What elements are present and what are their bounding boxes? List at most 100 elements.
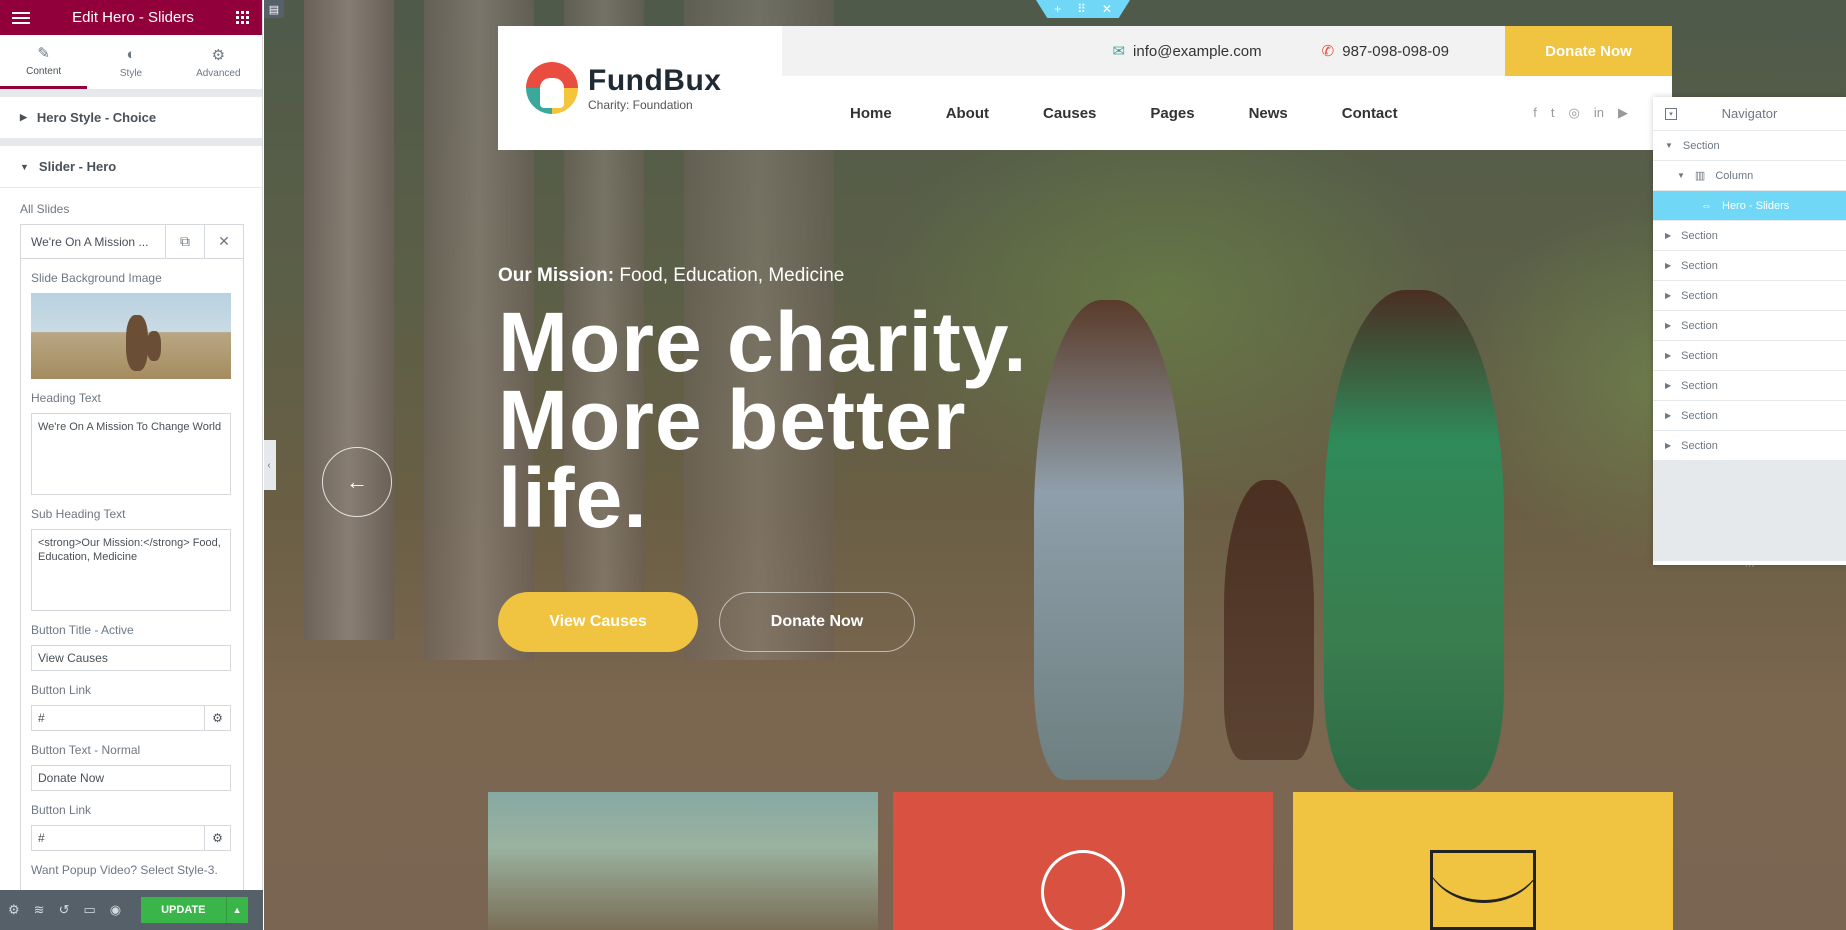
responsive-icon[interactable]: ▭ — [83, 902, 95, 918]
button-text-normal-label: Button Text - Normal — [31, 743, 141, 757]
phone-icon: ✆ — [1321, 43, 1335, 60]
navigator-item-label: Section — [1681, 439, 1718, 452]
button-link-label: Button Link — [31, 803, 92, 817]
linkedin-icon[interactable]: in — [1594, 105, 1604, 121]
hero-donate-button[interactable]: Donate Now — [719, 592, 915, 652]
button-link-label: Button Link — [31, 683, 92, 697]
phone-contact[interactable]: ✆ 987-098-098-09 — [1321, 42, 1449, 61]
navigator-item[interactable]: ▶ Section — [1653, 311, 1846, 341]
subheading-textarea[interactable]: <strong>Our Mission:</strong> Food, Educ… — [31, 529, 231, 611]
gear-icon[interactable]: ⚙ — [205, 705, 231, 731]
slide-item-header[interactable]: We're On A Mission ... ⧉ ✕ — [21, 224, 243, 259]
history-icon[interactable]: ↺ — [59, 902, 70, 918]
button-link-input[interactable]: # — [31, 825, 205, 851]
preview-eye-icon[interactable]: ◉ — [110, 902, 121, 918]
view-causes-button[interactable]: View Causes — [498, 592, 698, 652]
navigator-title: Navigator — [1721, 106, 1778, 121]
tab-content[interactable]: ✎ Content — [0, 35, 88, 89]
button-title-active-input[interactable]: View Causes — [31, 645, 231, 671]
tab-advanced[interactable]: ⚙ Advanced — [175, 35, 262, 89]
caret-down-icon: ▼ — [20, 161, 29, 172]
hamburger-menu-icon[interactable] — [12, 11, 30, 24]
feature-card-image[interactable] — [488, 792, 878, 930]
instagram-icon[interactable]: ◎ — [1569, 105, 1580, 121]
caret-right-icon: ▶ — [1665, 411, 1672, 420]
navigator-item[interactable]: ▶ Section — [1653, 401, 1846, 431]
navigator-item-active[interactable]: ⇔ Hero - Sliders — [1653, 191, 1846, 221]
navigator-item-label: Section — [1681, 289, 1718, 302]
navigator-item-label: Section — [1681, 379, 1718, 392]
navigator-item-label: Section — [1682, 139, 1720, 152]
caret-up-icon[interactable]: ▲ — [225, 897, 248, 923]
nav-about[interactable]: About — [946, 105, 989, 122]
duplicate-icon[interactable]: ⧉ — [165, 224, 204, 259]
add-icon[interactable]: + — [1054, 2, 1061, 16]
nav-causes[interactable]: Causes — [1043, 105, 1096, 122]
nav-home[interactable]: Home — [850, 105, 892, 122]
section-label: Hero Style - Choice — [36, 110, 157, 125]
logo[interactable]: FundBux Charity: Foundation — [498, 26, 782, 150]
nav-pages[interactable]: Pages — [1150, 105, 1194, 122]
settings-icon[interactable]: ⚙ — [8, 902, 20, 918]
caret-down-icon: ▼ — [1677, 171, 1685, 180]
section-slider-hero[interactable]: ▼ Slider - Hero — [0, 146, 262, 188]
hero-sub-strong: Our Mission: — [498, 265, 615, 286]
nav-contact[interactable]: Contact — [1342, 105, 1398, 122]
slide-item-title[interactable]: We're On A Mission ... — [21, 235, 165, 249]
close-icon[interactable]: ✕ — [204, 224, 243, 259]
panel-tabs: ✎ Content ◐ Style ⚙ Advanced — [0, 35, 262, 90]
heading-label: Heading Text — [31, 391, 101, 405]
feature-card-yellow[interactable] — [1293, 792, 1673, 930]
twitter-icon[interactable]: t — [1551, 105, 1555, 121]
section-handle: + ⠿ ✕ — [1036, 0, 1130, 18]
navigator-header[interactable]: ▾ Navigator — [1653, 97, 1846, 131]
update-button[interactable]: UPDATE — [141, 897, 226, 923]
button-link-field: # ⚙ — [31, 705, 231, 731]
column-handle-icon[interactable]: ▤ — [264, 0, 284, 18]
collapse-panel-handle[interactable]: ‹ — [264, 440, 276, 490]
hero-subheading: Our Mission: Food, Education, Medicine — [498, 265, 1058, 287]
slider-prev-arrow[interactable]: ← — [322, 447, 392, 517]
tab-style[interactable]: ◐ Style — [87, 35, 174, 89]
caret-right-icon: ▶ — [1665, 261, 1672, 270]
navigator-item[interactable]: ▶ Section — [1653, 341, 1846, 371]
hero-sub-rest: Food, Education, Medicine — [619, 265, 845, 286]
caret-right-icon: ▶ — [20, 112, 27, 122]
navigator-item[interactable]: ▶ Section — [1653, 371, 1846, 401]
layers-icon[interactable]: ≋ — [34, 902, 45, 918]
heading-textarea[interactable]: We're On A Mission To Change World — [31, 413, 231, 495]
navigator-item[interactable]: ▼ Section — [1653, 131, 1846, 161]
gear-icon[interactable]: ⚙ — [205, 825, 231, 851]
button-link-input[interactable]: # — [31, 705, 205, 731]
button-text-normal-input[interactable]: Donate Now — [31, 765, 231, 791]
section-hero-style[interactable]: ▶ Hero Style - Choice — [0, 97, 262, 139]
site-header: FundBux Charity: Foundation ✉ info@examp… — [498, 26, 1672, 150]
button-title-active-label: Button Title - Active — [31, 623, 134, 637]
bg-image-thumbnail[interactable] — [31, 293, 231, 379]
navigator-item[interactable]: ▶ Section — [1653, 251, 1846, 281]
resize-handle-icon[interactable]: ⋯ — [1653, 561, 1846, 575]
navigator-item-label: Section — [1681, 409, 1718, 422]
panel-title: Edit Hero - Sliders — [72, 9, 194, 26]
hero-title-line: More charity. — [498, 295, 1028, 389]
youtube-icon[interactable]: ▶ — [1618, 105, 1628, 121]
close-icon[interactable]: ✕ — [1102, 2, 1112, 16]
email-contact[interactable]: ✉ info@example.com — [1112, 42, 1261, 61]
gear-icon: ⚙ — [211, 46, 226, 64]
nav-news[interactable]: News — [1249, 105, 1288, 122]
drag-icon[interactable]: ⠿ — [1077, 2, 1086, 16]
feature-card-red[interactable] — [893, 792, 1273, 930]
divider — [0, 90, 262, 97]
widgets-grid-icon[interactable] — [236, 10, 250, 25]
hero-title: More charity. More better life. — [498, 295, 1058, 540]
donate-now-button[interactable]: Donate Now — [1505, 26, 1672, 76]
social-links: f t ◎ in ▶ — [1533, 105, 1628, 121]
collapse-all-icon[interactable]: ▾ — [1665, 107, 1677, 120]
navigator-item[interactable]: ▶ Section — [1653, 221, 1846, 251]
hero-title-line: More better — [498, 373, 967, 467]
envelope-icon: ✉ — [1112, 43, 1126, 60]
navigator-item[interactable]: ▶ Section — [1653, 431, 1846, 461]
navigator-item[interactable]: ▼ ▥ Column — [1653, 161, 1846, 191]
facebook-icon[interactable]: f — [1533, 105, 1537, 121]
navigator-item[interactable]: ▶ Section — [1653, 281, 1846, 311]
